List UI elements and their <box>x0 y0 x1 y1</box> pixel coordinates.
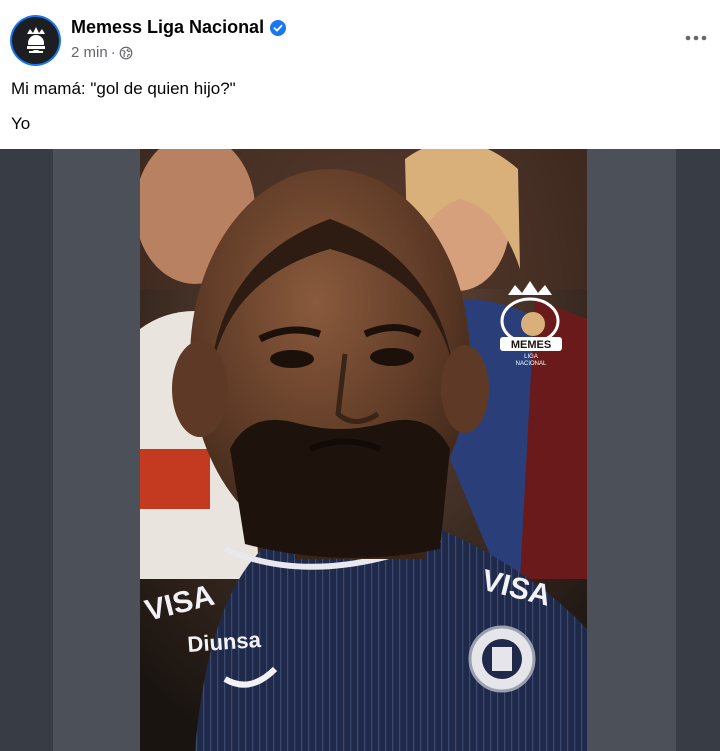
jersey-sponsor-center: Diunsa <box>187 627 263 657</box>
video-still-image: VISA VISA Diunsa MEMES LIGA NACIONAL <box>140 149 587 751</box>
page-logo-icon <box>25 26 46 53</box>
verified-badge-icon <box>270 19 287 36</box>
meta-separator: · <box>110 44 116 61</box>
post-caption-line-2: Yo <box>11 114 31 133</box>
watermark-title: MEMES <box>511 339 551 351</box>
watermark-sub2: NACIONAL <box>516 361 547 367</box>
post-caption-line-1: Mi mamá: "gol de quien hijo?" <box>11 79 236 98</box>
watermark-sub1: LIGA <box>524 354 538 360</box>
post-header: Memess Liga Nacional 2 min · <box>0 0 720 78</box>
globe-icon[interactable] <box>119 46 133 60</box>
more-options-icon <box>685 35 707 41</box>
media-side-strip-right <box>587 149 676 751</box>
media-side-strip-left <box>53 149 140 751</box>
page-name-row: Memess Liga Nacional <box>71 17 287 38</box>
more-options-button[interactable] <box>682 24 710 52</box>
page-name-link[interactable]: Memess Liga Nacional <box>71 17 264 38</box>
video-frame[interactable]: VISA VISA Diunsa MEMES LIGA NACIONAL <box>140 149 587 751</box>
post-meta: 2 min · <box>71 44 133 61</box>
post-time-link[interactable]: 2 min <box>71 44 108 61</box>
post-media[interactable]: VISA VISA Diunsa MEMES LIGA NACIONAL <box>0 149 720 751</box>
page-avatar[interactable] <box>12 17 59 64</box>
